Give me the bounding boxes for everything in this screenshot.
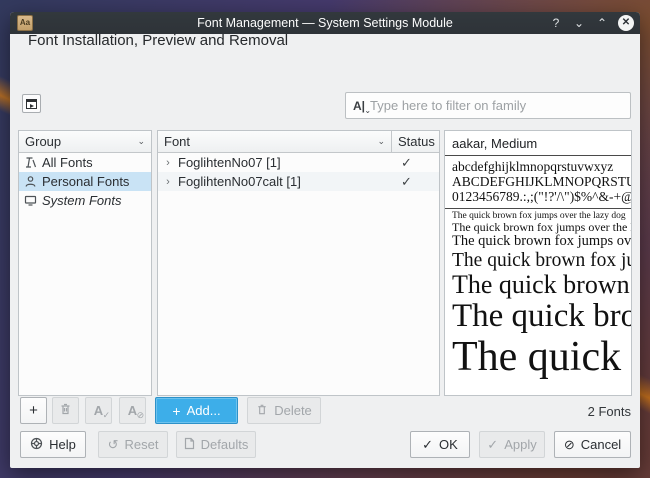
enabled-check-icon: ✓	[391, 155, 439, 171]
font-column-header[interactable]: Font ⌄	[158, 134, 391, 149]
toggle-preview-button[interactable]	[22, 94, 41, 113]
group-panel: Group ⌄ All Fonts Personal Fonts System …	[18, 130, 152, 396]
help-button[interactable]: Help	[20, 431, 86, 458]
enabled-check-icon: ✓	[391, 174, 439, 190]
group-item-personal-fonts[interactable]: Personal Fonts	[19, 172, 151, 191]
help-window-button[interactable]: ?	[549, 16, 563, 30]
group-item-system-fonts[interactable]: System Fonts	[19, 191, 151, 210]
titlebar[interactable]: Aa Font Management — System Settings Mod…	[10, 12, 640, 34]
expand-chevron-icon[interactable]: ›	[158, 157, 178, 169]
remove-group-button[interactable]	[52, 397, 79, 424]
group-item-all-fonts[interactable]: All Fonts	[19, 153, 151, 172]
font-list-header: Font ⌄ Status	[158, 131, 439, 153]
apply-button[interactable]: ✓ Cancel Apply	[479, 431, 545, 458]
font-row-foglihtenno07calt[interactable]: › FoglihtenNo07calt [1] ✓	[158, 172, 439, 191]
disable-font-icon: A⊘	[128, 403, 137, 418]
preview-window-icon	[26, 99, 37, 109]
enable-font-button[interactable]: A✓	[85, 397, 112, 424]
font-preview-panel[interactable]: aakar, Medium abcdefghijklmnopqrstuvwxyz…	[444, 130, 632, 396]
group-column-header[interactable]: Group ⌄	[19, 131, 151, 153]
sort-indicator-icon: ⌄	[137, 136, 145, 147]
trash-icon	[59, 402, 72, 419]
enable-font-icon: A✓	[94, 403, 103, 418]
minimize-button[interactable]: ⌄	[572, 16, 586, 30]
check-icon: ✓	[422, 437, 433, 453]
page-title: Font Installation, Preview and Removal	[28, 32, 288, 49]
computer-icon	[24, 194, 37, 207]
status-column-header[interactable]: Status	[391, 131, 439, 152]
family-filter-input[interactable]	[370, 98, 623, 113]
check-icon: ✓	[487, 437, 498, 453]
filter-field-container: A|⌄	[345, 92, 631, 119]
filter-font-icon: A|⌄	[353, 99, 365, 113]
expand-chevron-icon[interactable]: ›	[158, 176, 178, 188]
defaults-button[interactable]: Defaults	[176, 431, 256, 458]
trash-icon	[256, 403, 268, 419]
app-icon: Aa	[17, 15, 33, 31]
font-list-panel: Font ⌄ Status › FoglihtenNo07 [1] ✓ › Fo…	[157, 130, 440, 396]
add-fonts-button[interactable]: + Add...	[155, 397, 238, 424]
preview-font-name: aakar, Medium	[445, 131, 631, 156]
sort-indicator-icon: ⌄	[377, 136, 385, 147]
person-icon	[24, 175, 37, 188]
font-row-foglihtenno07[interactable]: › FoglihtenNo07 [1] ✓	[158, 153, 439, 172]
close-button[interactable]: ✕	[618, 15, 634, 31]
disable-font-button[interactable]: A⊘	[119, 397, 146, 424]
all-fonts-icon	[24, 156, 37, 169]
undo-icon: ↺	[108, 437, 119, 453]
font-count-label: 2 Fonts	[588, 404, 631, 419]
cancel-slash-icon: ⊘	[564, 437, 575, 453]
window-title: Font Management — System Settings Module	[10, 16, 640, 30]
document-icon	[184, 437, 195, 453]
delete-fonts-button[interactable]: Delete	[247, 397, 321, 424]
preview-samples: The quick brown fox jumps over the lazy …	[445, 209, 631, 380]
help-icon	[30, 437, 43, 453]
ok-button[interactable]: ✓ OK	[410, 431, 470, 458]
font-management-window: Aa Font Management — System Settings Mod…	[10, 12, 640, 468]
preview-alphabet: abcdefghijklmnopqrstuvwxyz ABCDEFGHIJKLM…	[445, 156, 631, 209]
cancel-button[interactable]: ⊘ Cancel	[554, 431, 631, 458]
reset-button[interactable]: ↺ Reset	[98, 431, 168, 458]
new-group-button[interactable]: +	[20, 397, 47, 424]
maximize-button[interactable]: ⌃	[595, 16, 609, 30]
